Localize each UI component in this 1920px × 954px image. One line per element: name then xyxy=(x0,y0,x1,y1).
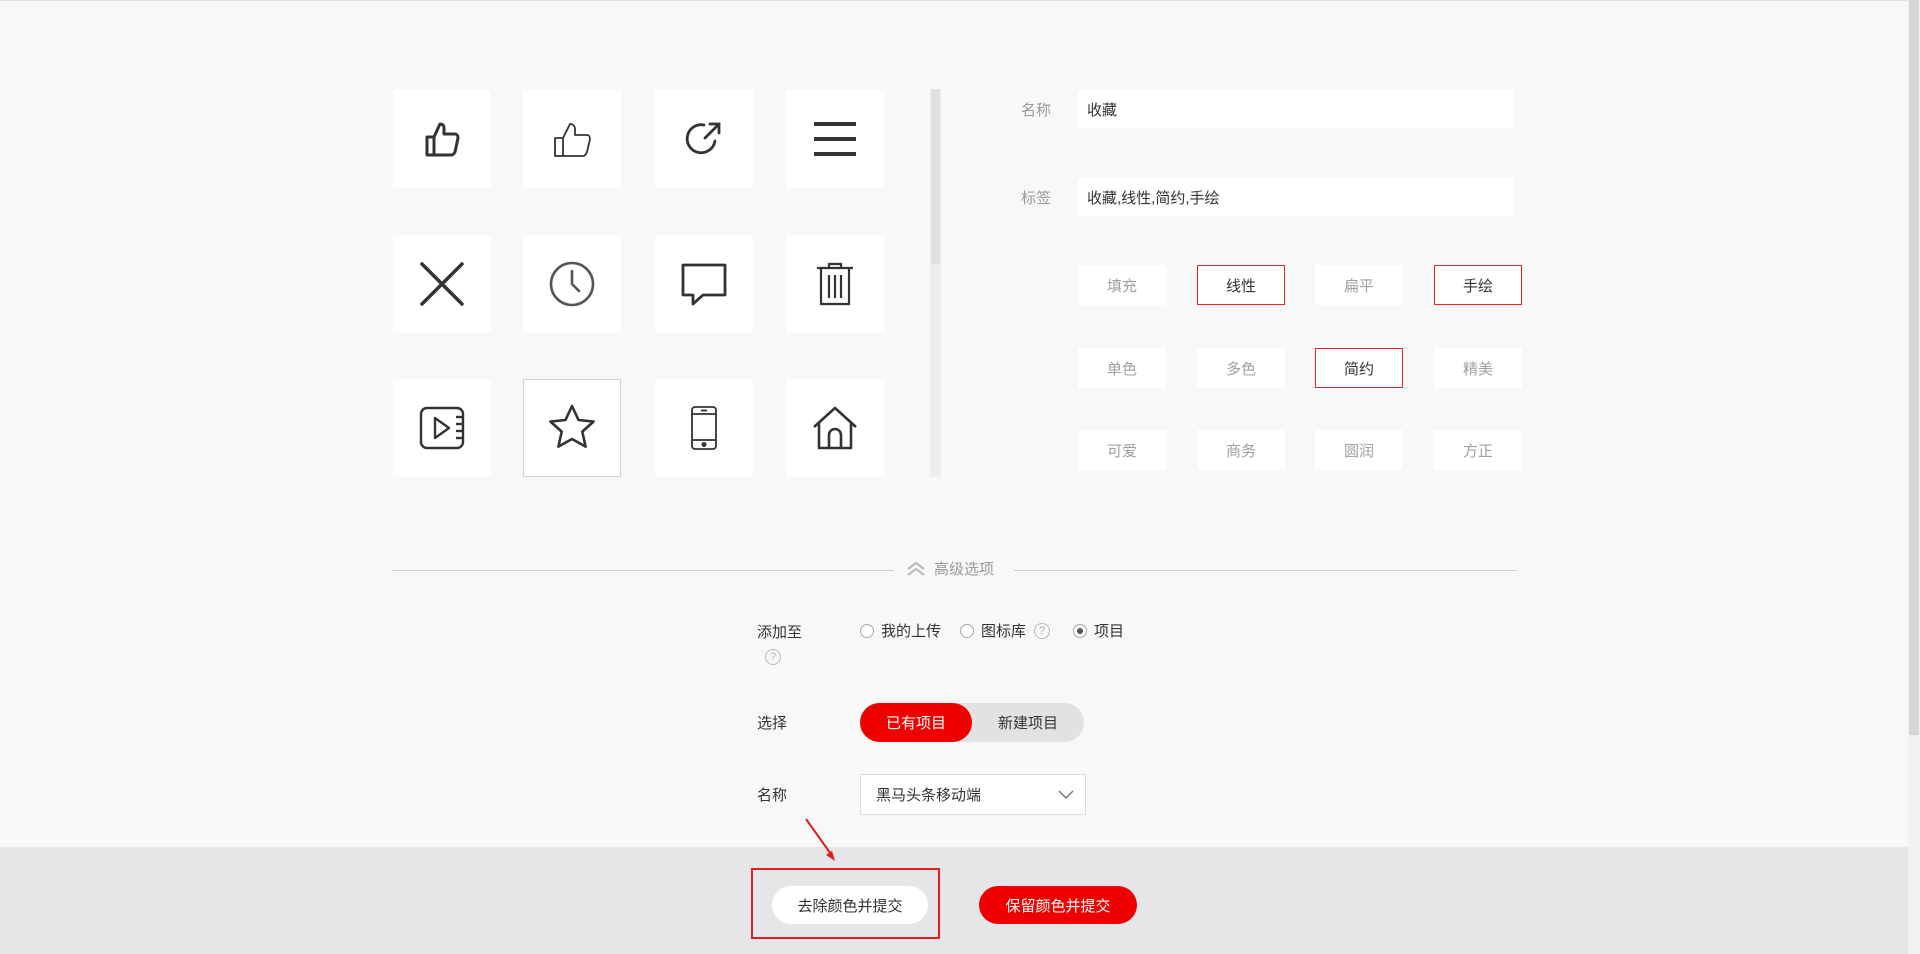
tag-flat[interactable]: 扁平 xyxy=(1315,265,1403,305)
icon-tile-close[interactable] xyxy=(393,235,491,333)
advanced-options-label: 高级选项 xyxy=(934,561,995,578)
project-name-label: 名称 xyxy=(757,787,788,804)
star-icon xyxy=(549,404,595,448)
radio-label: 项目 xyxy=(1094,623,1125,640)
name-input[interactable] xyxy=(1077,90,1514,128)
add-to-label: 添加至 xyxy=(757,624,803,641)
tag-business[interactable]: 商务 xyxy=(1197,430,1285,470)
trash-icon xyxy=(817,262,853,306)
icon-tile-video-play[interactable] xyxy=(393,379,491,477)
segment-existing-project[interactable]: 已有项目 xyxy=(860,703,972,742)
icon-tile-star[interactable] xyxy=(523,379,621,477)
menu-icon xyxy=(814,122,856,156)
tag-rounded[interactable]: 圆润 xyxy=(1315,430,1403,470)
thumbs-up-bold-icon xyxy=(425,122,460,157)
icon-tile-thumbs-up-bold[interactable] xyxy=(393,90,491,188)
icon-grid-scrollbar-thumb[interactable] xyxy=(931,89,940,264)
mobile-phone-icon xyxy=(691,406,717,450)
segment-new-project[interactable]: 新建项目 xyxy=(972,703,1084,742)
keep-color-submit-button[interactable]: 保留颜色并提交 xyxy=(979,886,1137,924)
tags-label: 标签 xyxy=(1021,190,1052,207)
chevron-down-icon xyxy=(1058,790,1074,800)
icon-tile-chat-bubble[interactable] xyxy=(655,235,753,333)
close-icon xyxy=(420,262,464,306)
divider-left xyxy=(392,570,894,571)
tag-square[interactable]: 方正 xyxy=(1434,430,1522,470)
double-chevron-up-icon xyxy=(907,561,925,576)
select-label: 选择 xyxy=(757,715,788,732)
icon-tile-trash[interactable] xyxy=(786,235,884,333)
home-icon xyxy=(813,406,857,450)
tag-cute[interactable]: 可爱 xyxy=(1078,430,1166,470)
tag-fill[interactable]: 填充 xyxy=(1078,265,1166,305)
project-name-value: 黑马头条移动端 xyxy=(876,787,982,804)
tag-linear[interactable]: 线性 xyxy=(1197,265,1285,305)
clock-icon xyxy=(549,261,595,307)
radio-button[interactable] xyxy=(860,623,874,638)
tag-simple[interactable]: 简约 xyxy=(1315,348,1403,388)
thumbs-up-outline-icon xyxy=(554,123,591,157)
top-border xyxy=(0,0,1920,1)
radio-button-checked[interactable] xyxy=(1073,623,1087,638)
share-arrow-icon xyxy=(685,122,721,155)
video-play-icon xyxy=(419,406,465,450)
annotation-highlight-box xyxy=(751,868,940,939)
radio-icon-library[interactable]: 图标库 ? xyxy=(960,620,1051,641)
page-scrollbar-thumb[interactable] xyxy=(1909,0,1919,735)
radio-label: 我的上传 xyxy=(881,623,942,640)
chat-bubble-icon xyxy=(681,263,727,306)
name-label: 名称 xyxy=(1021,102,1052,119)
radio-button[interactable] xyxy=(960,623,974,638)
project-segmented-control: 已有项目 新建项目 xyxy=(860,703,1084,742)
advanced-options-toggle[interactable]: 高级选项 xyxy=(906,558,994,579)
icon-tile-clock[interactable] xyxy=(523,235,621,333)
tag-multicolor[interactable]: 多色 xyxy=(1197,348,1285,388)
icon-library-help-icon[interactable]: ? xyxy=(1034,622,1051,639)
project-name-select[interactable]: 黑马头条移动端 xyxy=(860,774,1086,815)
annotation-arrow-icon xyxy=(805,818,835,861)
add-to-help-icon[interactable]: ? xyxy=(765,649,781,665)
icon-tile-home[interactable] xyxy=(786,379,884,477)
radio-label: 图标库 xyxy=(981,623,1027,640)
divider-right xyxy=(1014,570,1517,571)
tags-input[interactable] xyxy=(1077,178,1514,216)
tag-handdrawn[interactable]: 手绘 xyxy=(1434,265,1522,305)
footer-bar xyxy=(0,847,1920,954)
icon-tile-thumbs-up-outline[interactable] xyxy=(523,90,621,188)
radio-project[interactable]: 项目 xyxy=(1073,620,1124,641)
radio-my-uploads[interactable]: 我的上传 xyxy=(860,620,941,641)
icon-tile-menu[interactable] xyxy=(786,90,884,188)
tag-exquisite[interactable]: 精美 xyxy=(1434,348,1522,388)
icon-tile-mobile-phone[interactable] xyxy=(655,379,753,477)
icon-tile-share-arrow[interactable] xyxy=(655,90,753,188)
tag-mono[interactable]: 单色 xyxy=(1078,348,1166,388)
